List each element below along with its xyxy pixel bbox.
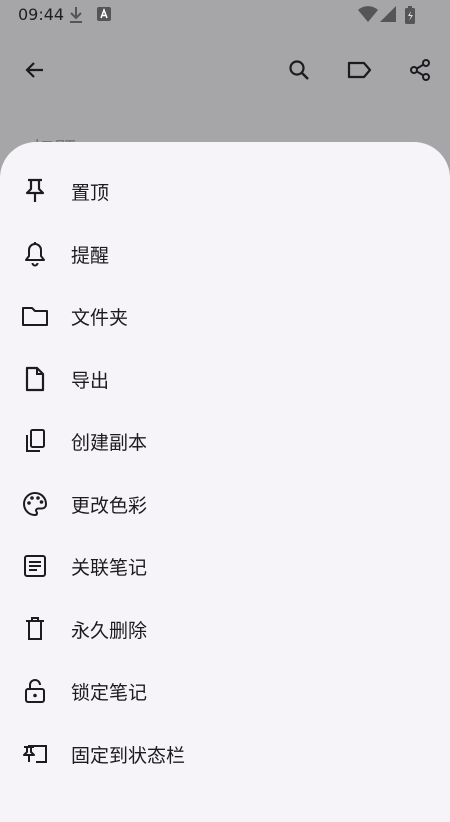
file-icon — [20, 364, 50, 394]
menu-item-label: 锁定笔记 — [71, 681, 148, 704]
share-button[interactable] — [398, 48, 442, 92]
menu-item-label: 固定到状态栏 — [71, 744, 186, 767]
menu-item-pin[interactable]: 置顶 — [0, 160, 450, 222]
signal-icon — [380, 6, 396, 22]
lock-open-icon — [20, 676, 50, 706]
menu-item-folder[interactable]: 文件夹 — [0, 285, 450, 347]
menu-item-reminder[interactable]: 提醒 — [0, 223, 450, 285]
menu-item-export[interactable]: 导出 — [0, 348, 450, 410]
arrow-back-icon — [23, 58, 47, 82]
menu-item-label: 创建副本 — [71, 431, 148, 454]
folder-icon — [20, 301, 50, 331]
menu-item-label: 置顶 — [71, 181, 110, 204]
note-link-icon — [20, 551, 50, 581]
menu-item-lock-note[interactable]: 锁定笔记 — [0, 660, 450, 722]
menu-item-label: 永久删除 — [71, 619, 148, 642]
menu-item-pin-to-status-bar[interactable]: 固定到状态栏 — [0, 723, 450, 785]
keyboard-a-icon — [96, 6, 112, 22]
palette-icon — [20, 489, 50, 519]
menu-item-label: 关联笔记 — [71, 556, 148, 579]
search-button[interactable] — [277, 48, 321, 92]
share-icon — [408, 58, 432, 82]
trash-icon — [20, 614, 50, 644]
download-icon — [68, 6, 84, 24]
note-options-sheet: 置顶 提醒 文件夹 导出 创建副本 更改色彩 关联笔记 永久删除 锁定笔记 固定… — [0, 142, 450, 822]
menu-item-change-color[interactable]: 更改色彩 — [0, 473, 450, 535]
menu-item-label: 提醒 — [71, 244, 110, 267]
label-icon — [347, 59, 373, 81]
search-icon — [287, 58, 311, 82]
menu-item-link-note[interactable]: 关联笔记 — [0, 535, 450, 597]
wifi-icon — [358, 6, 378, 22]
pin-to-status-bar-icon — [20, 739, 50, 769]
copy-icon — [20, 426, 50, 456]
pin-icon — [20, 176, 50, 206]
menu-item-delete-permanently[interactable]: 永久删除 — [0, 598, 450, 660]
label-button[interactable] — [338, 48, 382, 92]
top-app-bar — [0, 38, 450, 102]
battery-charging-icon — [404, 6, 416, 24]
menu-item-label: 导出 — [71, 369, 110, 392]
back-button[interactable] — [13, 48, 57, 92]
menu-item-label: 文件夹 — [71, 306, 129, 329]
status-bar: 09:44 — [0, 0, 450, 30]
status-time: 09:44 — [18, 5, 65, 24]
menu-item-duplicate[interactable]: 创建副本 — [0, 410, 450, 472]
bell-icon — [20, 239, 50, 269]
menu-item-label: 更改色彩 — [71, 494, 148, 517]
